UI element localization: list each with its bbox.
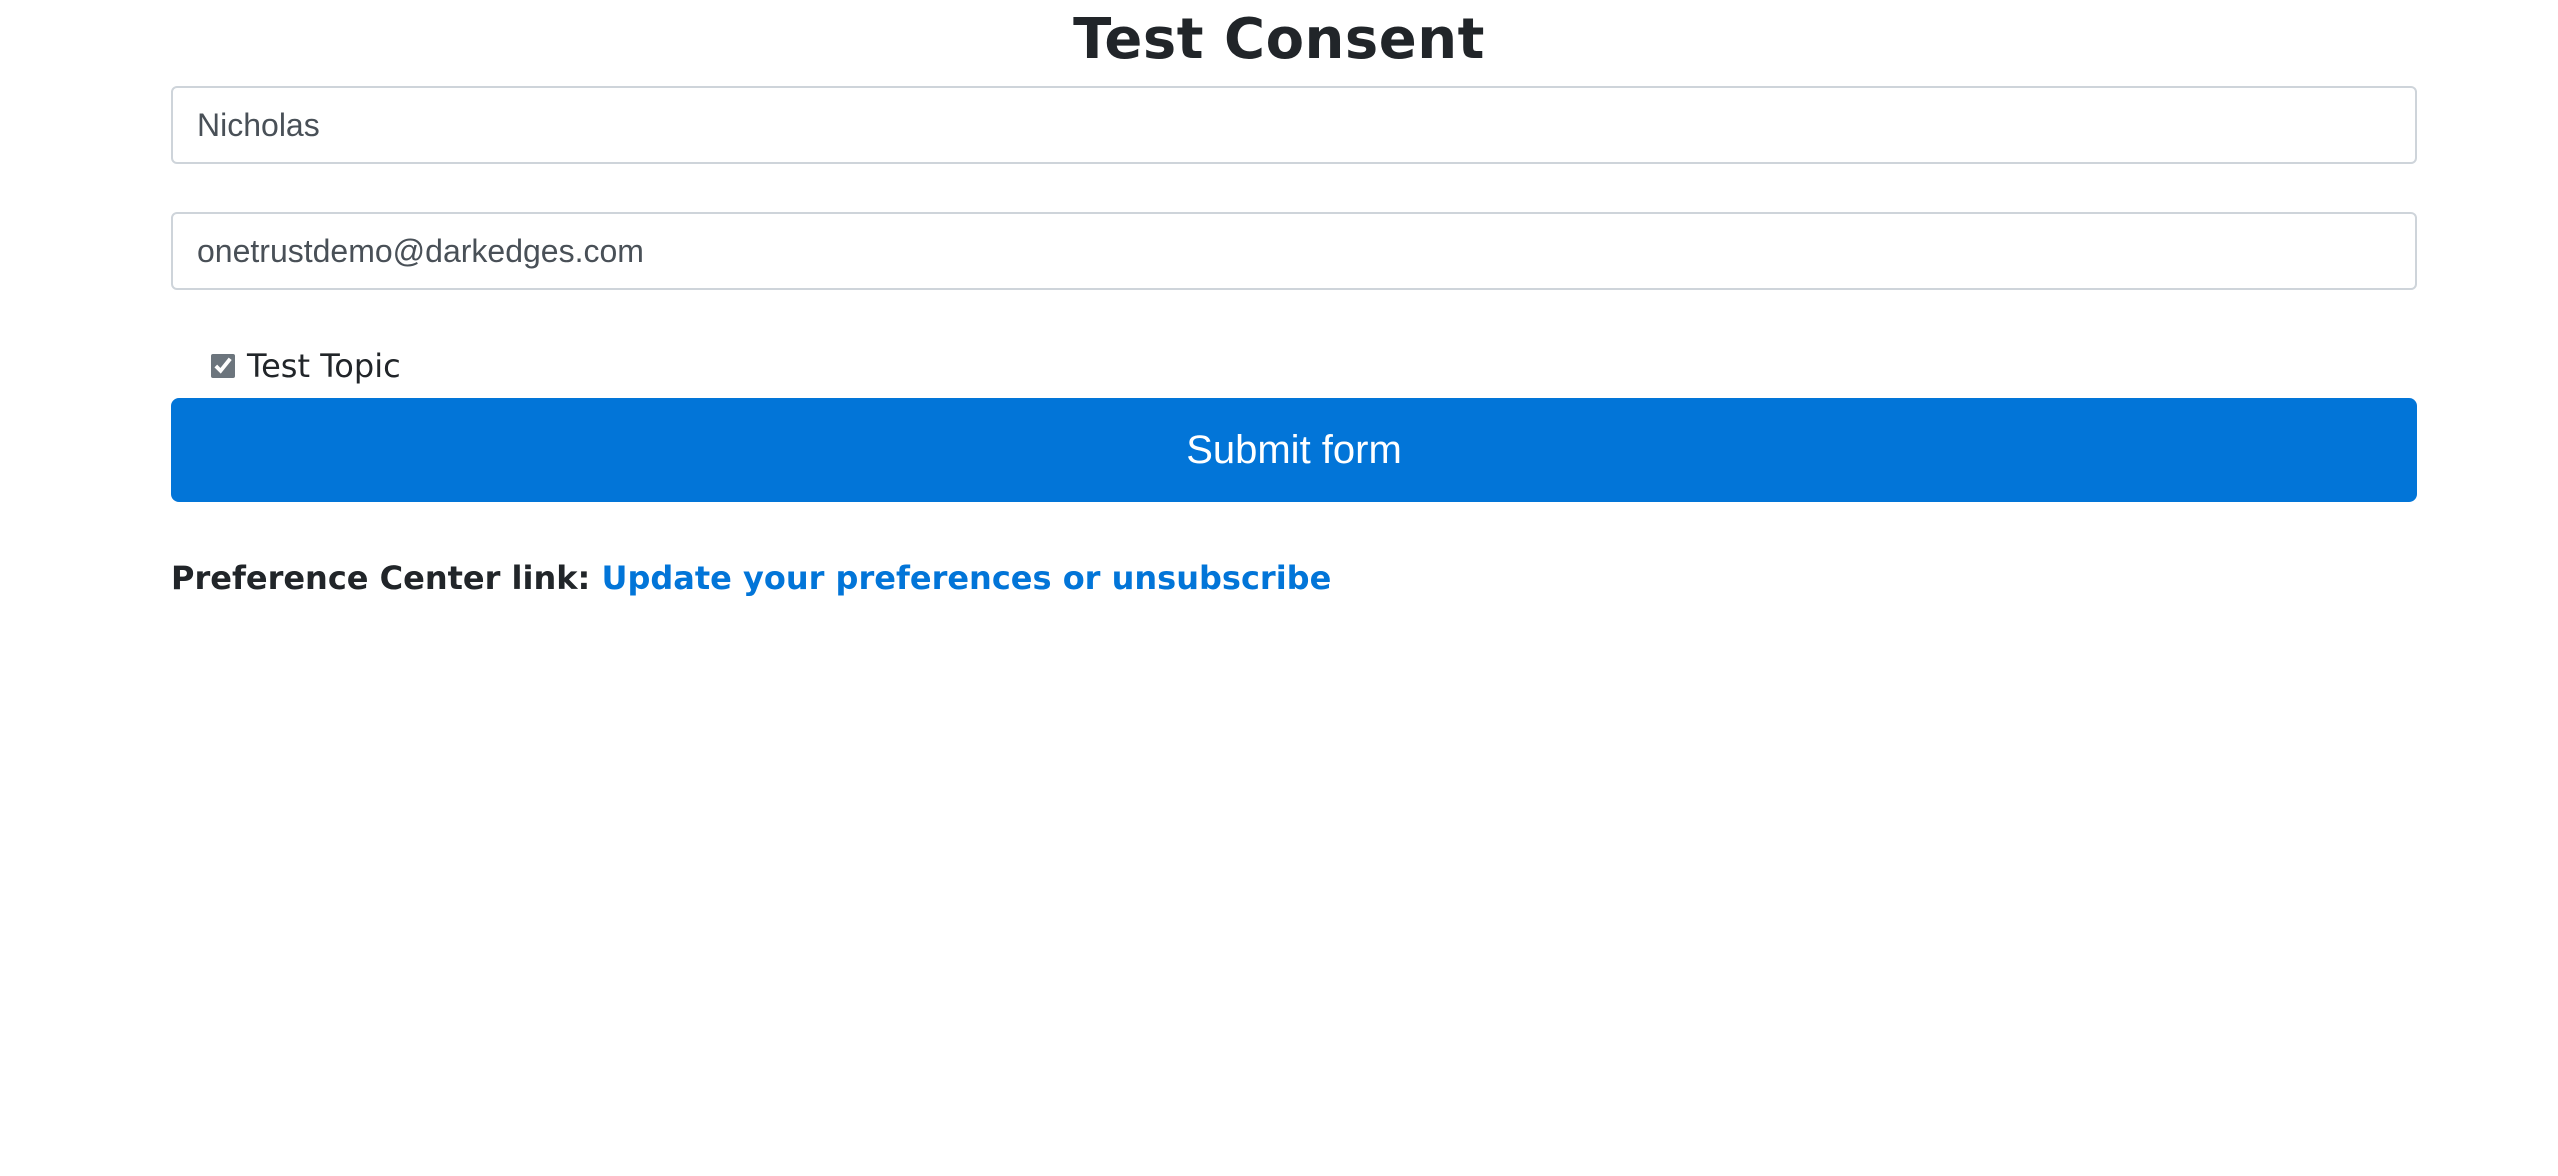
preference-center-label: Preference Center link: (171, 559, 591, 597)
email-input[interactable] (171, 212, 2417, 290)
submit-button[interactable]: Submit form (171, 398, 2417, 502)
topic-checkbox-row[interactable]: Test Topic (211, 346, 2417, 386)
page-title: Test Consent (1073, 7, 1485, 72)
name-input[interactable] (171, 86, 2417, 164)
topic-checkbox-label[interactable]: Test Topic (247, 347, 401, 385)
page: Test Consent Test Topic Submit form Pref… (0, 0, 2558, 1176)
topic-checkbox[interactable] (211, 354, 235, 378)
preference-center-line: Preference Center link: Update your pref… (171, 556, 2417, 600)
consent-form: Test Topic Submit form Preference Center… (171, 86, 2417, 600)
preference-center-link[interactable]: Update your preferences or unsubscribe (601, 559, 1331, 597)
